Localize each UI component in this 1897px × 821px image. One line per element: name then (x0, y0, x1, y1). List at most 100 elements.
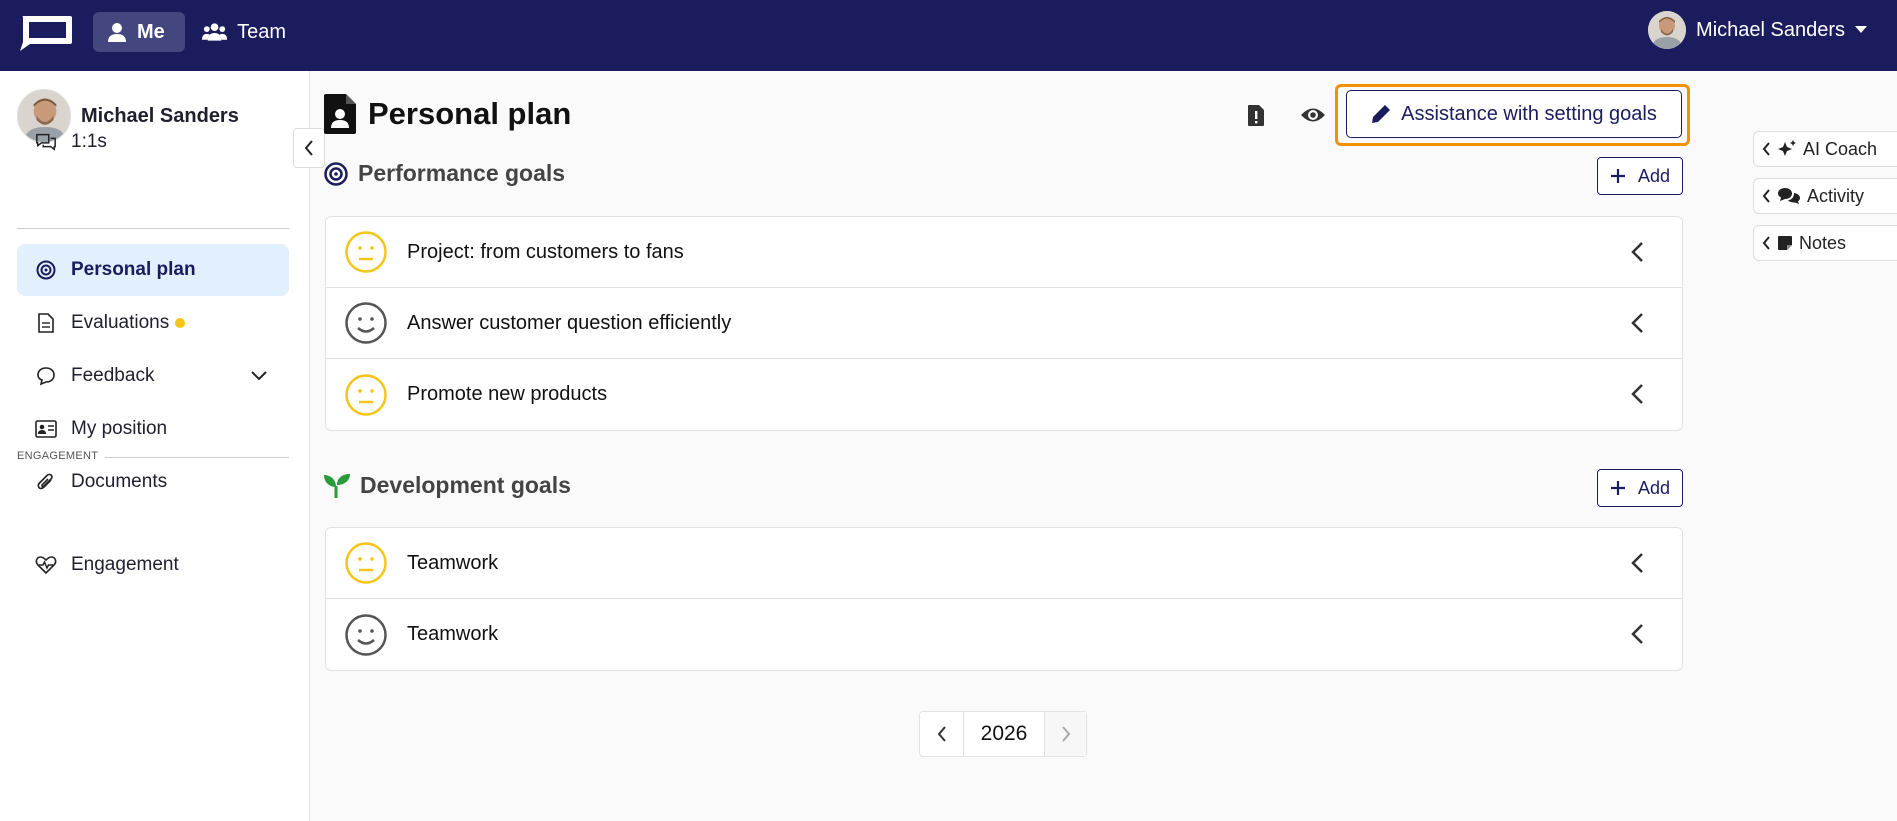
sidebar-item-label: 1:1s (71, 131, 107, 152)
sidebar-item-my-position[interactable]: My position (17, 403, 289, 455)
user-icon (108, 23, 126, 42)
target-icon (35, 259, 57, 281)
goal-row[interactable]: Teamwork (326, 599, 1682, 670)
nav-me-label: Me (137, 20, 165, 43)
pencil-icon (1372, 105, 1391, 123)
sidebar-item-documents[interactable]: Documents (17, 456, 289, 508)
app-logo-icon[interactable] (16, 12, 74, 52)
sidebar-item-evaluations[interactable]: Evaluations (17, 297, 289, 349)
sidebar-item-1on1s[interactable]: 1:1s (17, 116, 289, 168)
assistance-setting-goals-button[interactable]: Assistance with setting goals (1346, 90, 1682, 138)
chevron-left-icon (1631, 242, 1643, 262)
neutral-face-icon (345, 542, 387, 584)
chevron-left-icon (1631, 384, 1643, 404)
year-pager: 2026 (919, 711, 1087, 757)
eye-icon (1301, 108, 1325, 122)
smile-face-icon (345, 613, 387, 656)
paperclip-icon (35, 471, 57, 493)
chevron-right-icon (1061, 726, 1070, 742)
sidebar-item-label: Personal plan (71, 259, 196, 280)
add-label: Add (1637, 477, 1671, 498)
goal-row[interactable]: Promote new products (326, 359, 1682, 430)
collapse-sidebar-button[interactable] (293, 128, 325, 168)
users-icon (202, 23, 228, 41)
development-goal-list: Teamwork Teamwork (325, 527, 1683, 671)
chevron-left-icon (1631, 313, 1643, 333)
goal-row[interactable]: Answer customer question efficiently (326, 288, 1682, 359)
chevron-left-icon (1762, 236, 1770, 250)
comment-icon (35, 365, 57, 387)
goal-title: Project: from customers to fans (407, 240, 684, 263)
nav-me-button[interactable]: Me (93, 12, 185, 52)
goal-title: Promote new products (407, 383, 608, 405)
goal-title: Answer customer question efficiently (407, 311, 732, 334)
target-icon (324, 161, 348, 186)
current-year: 2026 (980, 722, 1028, 745)
file-exclamation-icon (1248, 104, 1264, 126)
chevron-left-icon (304, 140, 313, 156)
development-goals-heading: Development goals (324, 472, 571, 499)
neutral-face-icon (345, 231, 387, 273)
id-card-icon (35, 418, 57, 440)
sidebar-divider (105, 457, 289, 458)
ai-coach-tab[interactable]: AI Coach (1753, 131, 1897, 167)
notification-dot (175, 318, 186, 328)
performance-goal-list: Project: from customers to fans Answer c… (325, 216, 1683, 431)
user-menu[interactable]: Michael Sanders (1648, 10, 1867, 50)
user-menu-name: Michael Sanders (1696, 18, 1845, 41)
preview-button[interactable] (1298, 100, 1328, 130)
assistance-button-label: Assistance with setting goals (1401, 102, 1657, 125)
tab-label: AI Coach (1803, 138, 1878, 159)
chat-bubbles-icon (35, 131, 57, 153)
user-document-icon (324, 94, 356, 134)
nav-team-label: Team (237, 20, 286, 43)
goal-row[interactable]: Teamwork (326, 528, 1682, 599)
tab-label: Activity (1807, 185, 1865, 206)
avatar (1648, 11, 1687, 49)
chevron-left-icon (937, 726, 946, 742)
add-performance-goal-button[interactable]: Add (1597, 157, 1683, 195)
goal-title: Teamwork (407, 623, 499, 645)
sidebar-item-personal-plan[interactable]: Personal plan (17, 244, 289, 296)
sidebar-item-label: Evaluations (71, 312, 170, 333)
plus-icon (1610, 481, 1625, 495)
comments-icon (1778, 188, 1800, 204)
sidebar-item-label: Feedback (71, 365, 155, 386)
heartbeat-icon (35, 554, 57, 576)
sprout-icon (324, 473, 350, 498)
sidebar-item-engagement[interactable]: Engagement (17, 539, 289, 591)
chevron-left-icon (1631, 553, 1643, 573)
sidebar-divider (17, 228, 289, 229)
sparkles-icon (1778, 140, 1796, 156)
neutral-face-icon (345, 373, 387, 416)
chevron-left-icon (1762, 142, 1770, 156)
section-title: Development goals (360, 472, 571, 498)
sidebar-item-label: Documents (71, 471, 168, 492)
goal-title: Teamwork (407, 551, 499, 574)
sticky-note-icon (1778, 236, 1792, 250)
next-year-button[interactable] (1044, 712, 1086, 756)
notes-tab[interactable]: Notes (1753, 225, 1897, 261)
add-label: Add (1637, 165, 1671, 186)
goal-row[interactable]: Project: from customers to fans (326, 217, 1682, 288)
nav-team-button[interactable]: Team (188, 12, 300, 52)
top-navbar: Me Team Michael Sanders (0, 0, 1897, 71)
caret-down-icon (1855, 26, 1867, 33)
page-header: Personal plan (324, 94, 571, 134)
export-document-button[interactable] (1241, 100, 1271, 130)
sidebar-item-label: Engagement (71, 554, 179, 575)
performance-goals-heading: Performance goals (324, 160, 565, 187)
chevron-left-icon (1762, 189, 1770, 203)
page-title: Personal plan (368, 96, 572, 131)
chevron-down-icon (251, 371, 267, 381)
activity-tab[interactable]: Activity (1753, 178, 1897, 214)
add-development-goal-button[interactable]: Add (1597, 469, 1683, 507)
section-title: Performance goals (358, 160, 566, 186)
smile-face-icon (345, 302, 387, 344)
sidebar-item-feedback[interactable]: Feedback (17, 350, 289, 402)
previous-year-button[interactable] (920, 712, 964, 756)
plus-icon (1610, 169, 1625, 183)
sidebar-section-label: ENGAGEMENT (17, 450, 99, 462)
document-icon (35, 312, 57, 334)
chevron-left-icon (1631, 624, 1643, 644)
